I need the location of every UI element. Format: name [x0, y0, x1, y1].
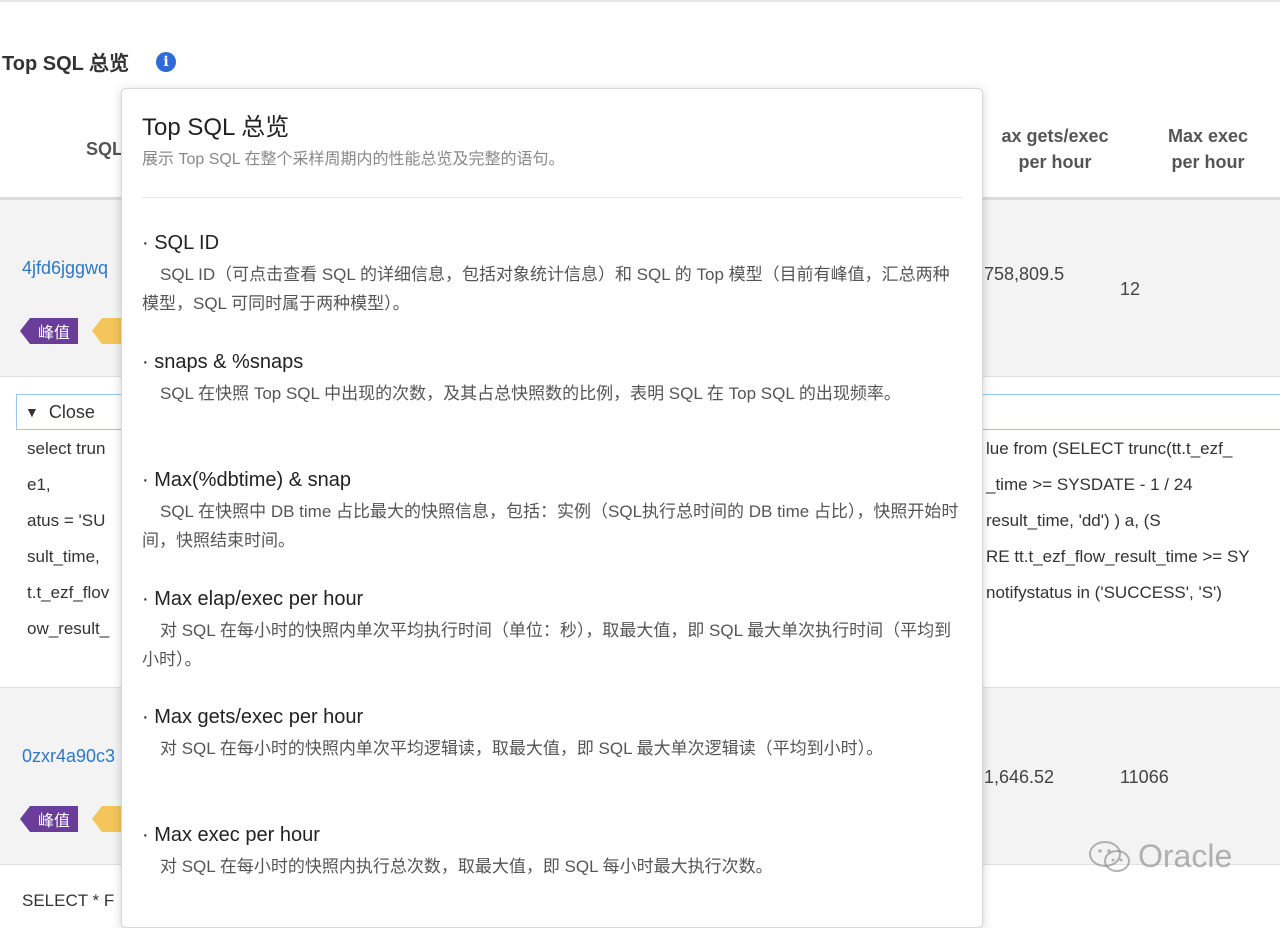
popover-desc: 对 SQL 在每小时的快照内单次平均执行时间（单位：秒），取最大值，即 SQL … — [142, 621, 952, 669]
sql-text-line: e1, — [27, 475, 51, 494]
sql-text-line: t.t_ezf_flov — [27, 583, 110, 602]
popover-desc: SQL 在快照中 DB time 占比最大的快照信息，包括：实例（SQL执行总时… — [142, 502, 959, 550]
header-max-gets-line1: ax gets/exec — [1001, 126, 1109, 146]
info-icon[interactable]: i — [156, 52, 176, 72]
max-exec-value: 12 — [1120, 279, 1141, 299]
sql-id-link[interactable]: 4jfd6jggwq — [22, 258, 108, 279]
popover-term: · snaps & %snaps — [142, 351, 304, 373]
popover-desc: SQL 在快照 Top SQL 中出现的次数，及其占总快照数的比例，表明 SQL… — [160, 384, 901, 403]
popover-title: Top SQL 总览 — [142, 114, 290, 141]
sql-text-line: SELECT * F — [22, 891, 115, 910]
peak-tag: 峰值 — [20, 318, 79, 344]
popover-term: · SQL ID — [142, 232, 220, 254]
header-max-exec-line1: Max exec — [1167, 126, 1249, 146]
max-gets-value: 1,646.52 — [984, 767, 1055, 787]
sql-id-link[interactable]: 0zxr4a90c3 — [22, 746, 115, 767]
help-popover: Top SQL 总览 展示 Top SQL 在整个采样周期内的性能总览及完整的语… — [121, 88, 983, 928]
popover-divider — [142, 197, 962, 198]
caret-down-icon: ▼ — [25, 404, 39, 420]
popover-term: · Max(%dbtime) & snap — [142, 469, 351, 491]
popover-term: · Max gets/exec per hour — [142, 706, 364, 728]
header-max-gets[interactable]: ax gets/exec per hour — [980, 123, 1130, 175]
close-label: Close — [48, 401, 95, 422]
top-border — [0, 0, 1280, 2]
summary-tag — [92, 806, 124, 832]
sql-text-line: select trun — [27, 439, 106, 458]
sql-text-line: result_time, 'dd') ) a, (S — [986, 511, 1161, 530]
wechat-icon — [1089, 840, 1130, 872]
popover-desc: 对 SQL 在每小时的快照内单次平均逻辑读，取最大值，即 SQL 最大单次逻辑读… — [160, 739, 884, 758]
popover-term: · Max elap/exec per hour — [142, 588, 364, 610]
header-max-exec-line2: per hour — [1171, 152, 1245, 172]
watermark: Oracle — [1088, 838, 1232, 875]
page-title: Top SQL 总览 — [2, 53, 130, 75]
sql-text-line: atus = 'SU — [27, 511, 106, 530]
popover-desc: 对 SQL 在每小时的快照内执行总次数，取最大值，即 SQL 每小时最大执行次数… — [160, 857, 773, 876]
sql-text-line: RE tt.t_ezf_flow_result_time >= SY — [986, 547, 1250, 566]
sql-text-line: lue from (SELECT trunc(tt.t_ezf_ — [986, 439, 1233, 458]
max-exec-value: 11066 — [1120, 767, 1169, 787]
popover-subtitle: 展示 Top SQL 在整个采样周期内的性能总览及完整的语句。 — [142, 151, 565, 168]
summary-tag — [92, 318, 124, 344]
max-gets-value: 758,809.5 — [984, 264, 1065, 284]
sql-text-line: ow_result_ — [27, 619, 110, 638]
header-max-exec[interactable]: Max exec per hour — [1140, 123, 1276, 175]
header-sql[interactable]: SQL — [86, 136, 123, 162]
sql-text-line: _time >= SYSDATE - 1 / 24 — [986, 475, 1193, 494]
popover-desc: SQL ID（可点击查看 SQL 的详细信息，包括对象统计信息）和 SQL 的 … — [142, 265, 950, 313]
sql-text-line: sult_time, — [27, 547, 100, 566]
sql-text-line: notifystatus in ('SUCCESS', 'S') — [986, 583, 1222, 602]
header-max-gets-line2: per hour — [1018, 152, 1092, 172]
watermark-text: Oracle — [1138, 838, 1233, 874]
popover-term: · Max exec per hour — [142, 824, 320, 846]
peak-tag: 峰值 — [20, 806, 79, 832]
